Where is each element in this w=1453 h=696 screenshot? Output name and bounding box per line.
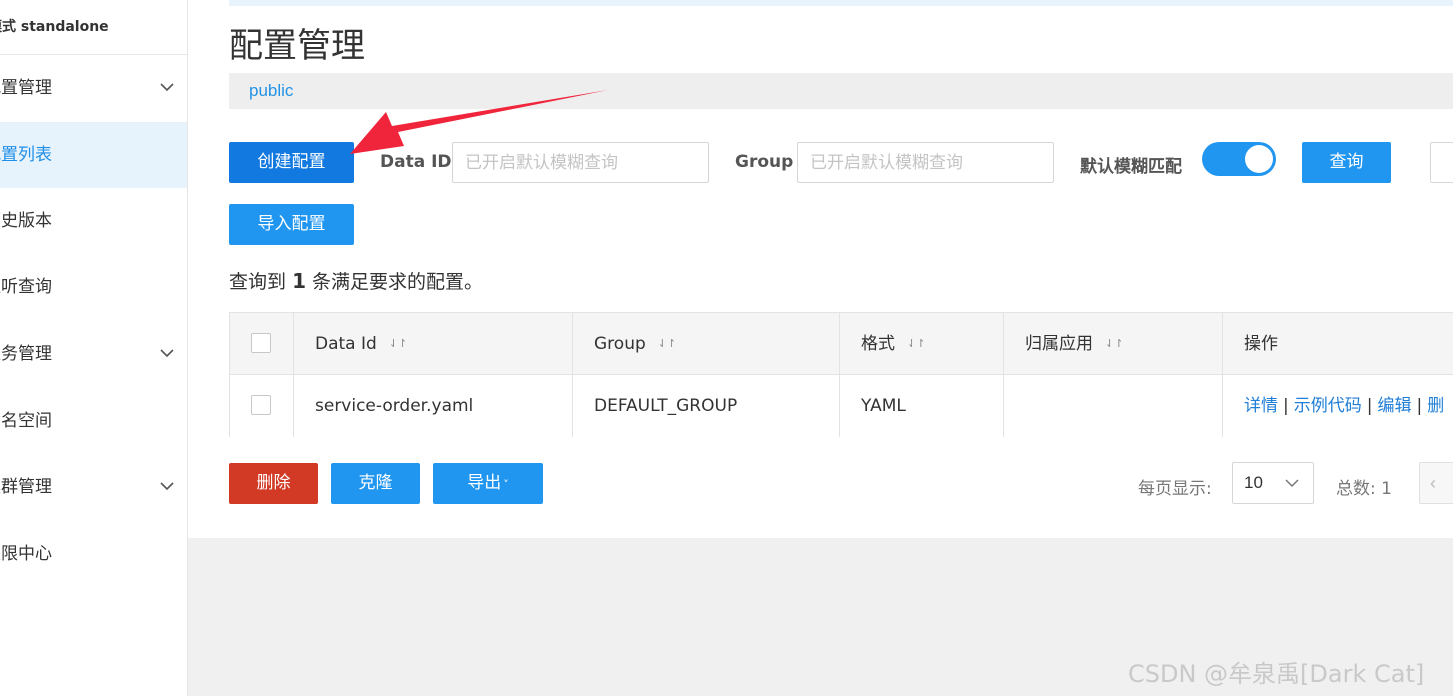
table-header-row: Data Id ⇃↾ Group ⇃↾ 格式 ⇃↾ 归属应用 ⇃↾ 操作 (230, 313, 1453, 375)
sidebar-item-cluster-management[interactable]: 集群管理 (0, 454, 187, 520)
delete-button[interactable]: 删除 (229, 463, 318, 504)
column-header-actions: 操作 (1244, 334, 1278, 354)
sidebar-item-label: 历史版本 (0, 211, 52, 230)
toggle-knob (1245, 145, 1273, 173)
cell-group: DEFAULT_GROUP (573, 375, 840, 437)
column-header-format[interactable]: 格式 ⇃↾ (840, 313, 1004, 375)
query-button[interactable]: 查询 (1302, 142, 1391, 183)
sidebar-item-config-management[interactable]: 配置管理 (0, 55, 187, 121)
column-header-group[interactable]: Group ⇃↾ (573, 313, 840, 375)
prev-page-button[interactable]: ‹ (1419, 462, 1453, 504)
edit-link[interactable]: 编辑 (1377, 396, 1411, 416)
page-title: 配置管理 (229, 26, 365, 66)
sidebar-item-label: 配置管理 (0, 78, 52, 97)
create-config-button[interactable]: 创建配置 (229, 142, 354, 183)
select-all-checkbox[interactable] (251, 333, 271, 353)
namespace-tab-public[interactable]: public (249, 81, 293, 101)
sidebar: 模式 standalone 配置管理 配置列表 历史版本 监听查询 服务管理 命… (0, 0, 188, 696)
group-label: Group (735, 152, 794, 172)
sidebar-mode-title: 模式 standalone (0, 0, 187, 55)
annotation-arrow-icon (350, 90, 608, 154)
fuzzy-match-toggle[interactable] (1202, 142, 1276, 176)
export-button[interactable]: 导出 ˅ (433, 463, 543, 504)
chevron-down-icon (1285, 479, 1299, 488)
sidebar-item-config-list[interactable]: 配置列表 (0, 122, 187, 188)
column-header-data-id[interactable]: Data Id ⇃↾ (294, 313, 573, 375)
sidebar-item-history[interactable]: 历史版本 (0, 188, 187, 254)
row-checkbox[interactable] (251, 395, 271, 415)
delete-link[interactable]: 删 (1427, 396, 1444, 416)
sort-icon[interactable]: ⇃↾ (1105, 313, 1123, 375)
cell-format: YAML (840, 375, 1004, 437)
chevron-down-icon (160, 349, 174, 358)
table-row: service-order.yaml DEFAULT_GROUP YAML 详情… (230, 375, 1453, 437)
sort-icon[interactable]: ⇃↾ (658, 313, 676, 375)
page-size-label: 每页显示: (1138, 479, 1212, 499)
sidebar-item-label: 服务管理 (0, 344, 52, 363)
sidebar-item-label: 配置列表 (0, 145, 52, 164)
fuzzy-match-label: 默认模糊匹配 (1080, 157, 1182, 177)
clone-button[interactable]: 克隆 (331, 463, 420, 504)
advanced-query-button[interactable] (1430, 142, 1453, 183)
sidebar-item-namespace[interactable]: 命名空间 (0, 388, 187, 454)
detail-link[interactable]: 详情 (1244, 396, 1278, 416)
sidebar-item-label: 集群管理 (0, 477, 52, 496)
sample-code-link[interactable]: 示例代码 (1294, 396, 1362, 416)
config-table: Data Id ⇃↾ Group ⇃↾ 格式 ⇃↾ 归属应用 ⇃↾ 操作 service… (229, 312, 1453, 437)
sidebar-item-label: 权限中心 (0, 544, 52, 563)
top-notice-strip (229, 0, 1453, 6)
column-header-app[interactable]: 归属应用 ⇃↾ (1004, 313, 1223, 375)
page-size-select[interactable]: 10 (1232, 462, 1314, 504)
group-input[interactable] (797, 142, 1054, 183)
chevron-down-icon (160, 482, 174, 491)
sidebar-item-label: 监听查询 (0, 277, 52, 296)
total-count: 总数: 1 (1336, 479, 1392, 499)
sidebar-item-service-management[interactable]: 服务管理 (0, 321, 187, 387)
chevron-down-icon (160, 83, 174, 92)
chevron-left-icon: ‹ (1430, 473, 1436, 493)
watermark: CSDN @牟泉禹[Dark Cat] (1128, 660, 1425, 688)
sidebar-item-listener-query[interactable]: 监听查询 (0, 254, 187, 320)
sidebar-item-auth-center[interactable]: 权限中心 (0, 521, 187, 587)
result-count: 1 (292, 269, 306, 293)
cell-app (1004, 375, 1223, 437)
sort-icon[interactable]: ⇃↾ (907, 313, 925, 375)
cell-data-id: service-order.yaml (294, 375, 573, 437)
chevron-down-icon: ˅ (503, 478, 509, 491)
import-config-button[interactable]: 导入配置 (229, 204, 354, 245)
result-summary: 查询到 1 条满足要求的配置。 (229, 269, 484, 293)
sort-icon[interactable]: ⇃↾ (389, 313, 407, 375)
cell-actions: 详情 | 示例代码 | 编辑 | 删 (1244, 396, 1445, 416)
sidebar-item-label: 命名空间 (0, 411, 52, 430)
